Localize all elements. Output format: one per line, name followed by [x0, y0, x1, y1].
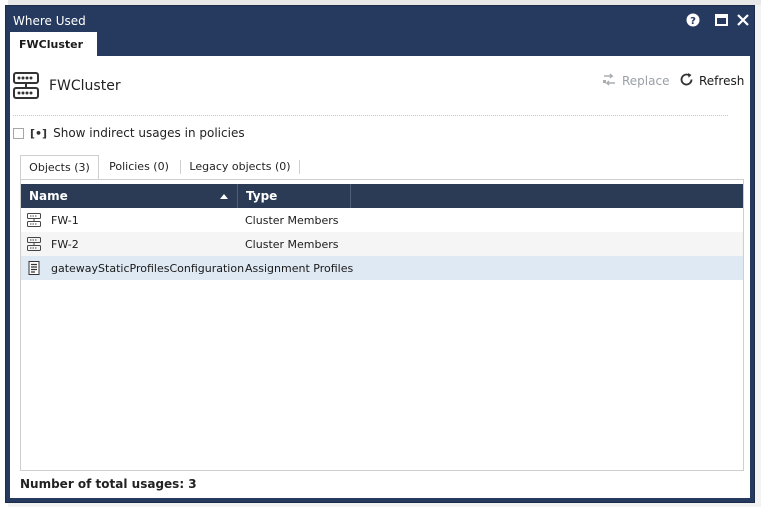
usage-tabs: Objects (3) Policies (0) Legacy objects …: [10, 155, 750, 180]
replace-icon: [602, 72, 617, 90]
close-icon[interactable]: [735, 12, 751, 28]
column-header-type[interactable]: Type: [246, 189, 277, 203]
table-header: Name Type: [21, 184, 743, 208]
help-icon[interactable]: ?: [685, 12, 701, 28]
table-row[interactable]: gatewayStaticProfilesConfiguration Assig…: [21, 256, 743, 280]
total-usages-label: Number of total usages: 3: [20, 477, 197, 491]
column-header-name[interactable]: Name: [29, 189, 68, 203]
document-tab-strip: FWCluster: [6, 32, 754, 56]
where-used-dialog: Where Used ? FWCluster FWCluster Replace…: [5, 5, 755, 503]
title-bar[interactable]: Where Used ?: [6, 6, 754, 32]
show-indirect-label: Show indirect usages in policies: [53, 126, 245, 140]
row-type: Cluster Members: [245, 238, 339, 251]
refresh-button[interactable]: Refresh: [679, 72, 744, 90]
tab-separator: [180, 160, 181, 174]
sort-ascending-icon: [220, 194, 228, 199]
tab-legacy-objects[interactable]: Legacy objects (0): [183, 155, 297, 179]
maximize-icon[interactable]: [713, 12, 729, 28]
table-row[interactable]: FW-2 Cluster Members: [21, 232, 743, 256]
usages-table: Name Type FW-1 Cluster Members FW-2 Clus…: [20, 179, 744, 471]
replace-button[interactable]: Replace: [602, 72, 669, 90]
column-divider[interactable]: [350, 184, 351, 208]
table-row[interactable]: FW-1 Cluster Members: [21, 208, 743, 232]
dialog-content: FWCluster Replace Refresh [•] Show indir…: [10, 56, 750, 498]
row-type: Cluster Members: [245, 214, 339, 227]
row-name: FW-1: [51, 214, 79, 227]
row-type: Assignment Profiles: [245, 262, 354, 275]
tab-separator: [299, 160, 300, 174]
cluster-member-icon: [27, 237, 41, 251]
tab-fwcluster[interactable]: FWCluster: [10, 32, 97, 56]
cluster-icon: [13, 72, 39, 100]
refresh-label: Refresh: [699, 74, 745, 88]
refresh-icon: [679, 72, 694, 90]
column-divider[interactable]: [237, 184, 238, 208]
tab-policies[interactable]: Policies (0): [102, 155, 176, 179]
indirect-usage-icon: [•]: [30, 126, 48, 140]
svg-text:?: ?: [690, 16, 696, 27]
row-name: gatewayStaticProfilesConfiguration: [51, 262, 245, 275]
show-indirect-checkbox[interactable]: [13, 127, 24, 139]
object-title: FWCluster: [49, 78, 121, 94]
tab-objects[interactable]: Objects (3): [20, 155, 99, 180]
cluster-member-icon: [27, 213, 41, 227]
dialog-title: Where Used: [13, 14, 86, 28]
replace-label: Replace: [622, 74, 670, 88]
header-separator: [13, 115, 728, 116]
profile-document-icon: [27, 261, 41, 275]
row-name: FW-2: [51, 238, 79, 251]
show-indirect-option[interactable]: [•] Show indirect usages in policies: [13, 125, 245, 141]
